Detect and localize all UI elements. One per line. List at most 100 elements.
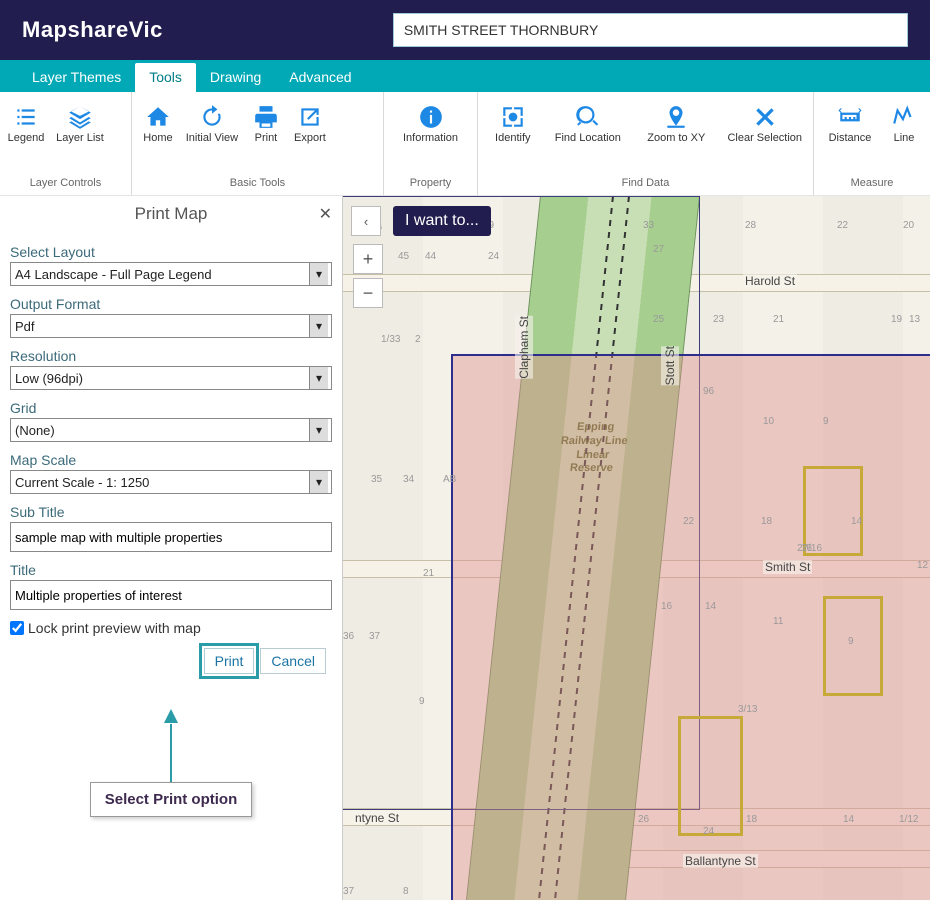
arrow-up-icon: ▲	[10, 704, 332, 728]
search-input[interactable]	[393, 13, 908, 47]
lock-preview-label: Lock print preview with map	[28, 620, 201, 636]
home-button[interactable]: Home	[136, 98, 180, 170]
layer-list-button[interactable]: Layer List	[48, 98, 112, 170]
clear-icon	[752, 102, 778, 132]
parcel-num: 14	[843, 814, 854, 825]
parcel-num: 27	[653, 244, 664, 255]
map-back-button[interactable]: ‹	[351, 206, 381, 236]
map-viewport[interactable]: Epping Railway Line Linear Reserve Harol…	[343, 196, 930, 900]
parcel-num: 22	[837, 220, 848, 231]
layout-label: Select Layout	[10, 244, 332, 260]
output-format-select[interactable]: Pdf	[10, 314, 332, 338]
lock-preview-input[interactable]	[10, 621, 24, 635]
info-icon	[418, 102, 444, 132]
identify-button[interactable]: Identify	[482, 98, 544, 170]
parcel-num: 14	[705, 601, 716, 612]
parcel-num: 37	[343, 886, 354, 897]
parcel-num: 9	[848, 636, 854, 647]
export-icon	[297, 102, 323, 132]
group-find-data-label: Find Data	[478, 173, 813, 195]
parcel-num: 11	[773, 616, 783, 627]
parcel-num: 1/12	[899, 814, 918, 825]
identify-label: Identify	[495, 132, 530, 144]
initial-view-label: Initial View	[186, 132, 238, 144]
parcel-num: 21	[773, 314, 784, 325]
panel-close-button[interactable]: ✕	[319, 204, 332, 224]
i-want-to-button[interactable]: I want to...	[393, 206, 491, 236]
parcel-num: 24	[488, 251, 499, 262]
lock-preview-checkbox[interactable]: Lock print preview with map	[10, 620, 332, 636]
layout-select[interactable]: A4 Landscape - Full Page Legend	[10, 262, 332, 286]
tab-tools[interactable]: Tools	[135, 63, 196, 92]
parcel-num: 34	[403, 474, 414, 485]
zoom-out-button[interactable]: −	[353, 278, 383, 308]
street-clapham: Clapham St	[515, 316, 533, 379]
layer-list-label: Layer List	[56, 132, 104, 144]
parcel-num: 12	[917, 560, 928, 571]
parcel-num: 45	[398, 251, 409, 262]
layers-icon	[67, 102, 93, 132]
group-layer-controls-label: Layer Controls	[0, 173, 131, 195]
group-property-label: Property	[384, 173, 477, 195]
callout-annotation: ▲ Select Print option	[10, 704, 332, 817]
main-split: Print Map ✕ Select Layout A4 Landscape -…	[0, 196, 930, 900]
app-header: MapshareVic	[0, 0, 930, 60]
map-scale-select[interactable]: Current Scale - 1: 1250	[10, 470, 332, 494]
home-label: Home	[143, 132, 172, 144]
ribbon-tabs: Layer Themes Tools Drawing Advanced	[0, 60, 930, 92]
parcel-num: 44	[425, 251, 436, 262]
parcel-num: 18	[761, 516, 772, 527]
parcel-num: 96	[703, 386, 714, 397]
title-input[interactable]	[10, 580, 332, 610]
tab-advanced[interactable]: Advanced	[275, 63, 365, 92]
print-button[interactable]: Print	[244, 98, 288, 170]
distance-button[interactable]: Distance	[818, 98, 882, 170]
resolution-select[interactable]: Low (96dpi)	[10, 366, 332, 390]
parcel-num: 3/13	[738, 704, 757, 715]
parcel-num: 10	[763, 416, 774, 427]
print-icon	[253, 102, 279, 132]
legend-label: Legend	[8, 132, 45, 144]
parcel-num: 33	[643, 220, 654, 231]
information-button[interactable]: Information	[388, 98, 473, 170]
panel-print-button[interactable]: Print	[204, 648, 255, 674]
parcel-num: 14	[851, 516, 862, 527]
home-icon	[145, 102, 171, 132]
street-stott: Stott St	[661, 346, 679, 385]
line-icon	[891, 102, 917, 132]
parcel-num: 26	[638, 814, 649, 825]
information-label: Information	[403, 132, 458, 144]
subtitle-input[interactable]	[10, 522, 332, 552]
parcel-num: 1/33	[381, 334, 400, 345]
ribbon-toolbar: Legend Layer List Layer Controls Home	[0, 92, 930, 196]
legend-button[interactable]: Legend	[4, 98, 48, 170]
tab-layer-themes[interactable]: Layer Themes	[18, 63, 135, 92]
grid-select[interactable]: (None)	[10, 418, 332, 442]
output-format-label: Output Format	[10, 296, 332, 312]
subtitle-label: Sub Title	[10, 504, 332, 520]
parcel-num: 37	[369, 631, 380, 642]
parcel-num: 28	[745, 220, 756, 231]
zoom-to-xy-label: Zoom to XY	[647, 132, 705, 144]
zoom-to-xy-button[interactable]: Zoom to XY	[632, 98, 720, 170]
callout-text: Select Print option	[90, 782, 253, 817]
street-harold: Harold St	[743, 274, 797, 288]
zoom-in-button[interactable]: +	[353, 244, 383, 274]
initial-view-button[interactable]: Initial View	[180, 98, 244, 170]
find-location-button[interactable]: Find Location	[544, 98, 632, 170]
parcel-num: 24	[703, 826, 714, 837]
group-measure-label: Measure	[814, 173, 930, 195]
tab-drawing[interactable]: Drawing	[196, 63, 275, 92]
group-basic-tools-label: Basic Tools	[132, 173, 383, 195]
parcel-num: AB	[443, 474, 456, 485]
street-ballantyne-e: Ballantyne St	[683, 854, 758, 868]
highlight-parcel-3	[678, 716, 743, 836]
parcel-num: 36	[343, 631, 354, 642]
distance-label: Distance	[829, 132, 872, 144]
parcel-num: 9	[419, 696, 425, 707]
panel-cancel-button[interactable]: Cancel	[260, 648, 326, 674]
line-button[interactable]: Line	[882, 98, 926, 170]
parcel-num: 18	[746, 814, 757, 825]
export-button[interactable]: Export	[288, 98, 332, 170]
clear-selection-button[interactable]: Clear Selection	[721, 98, 809, 170]
